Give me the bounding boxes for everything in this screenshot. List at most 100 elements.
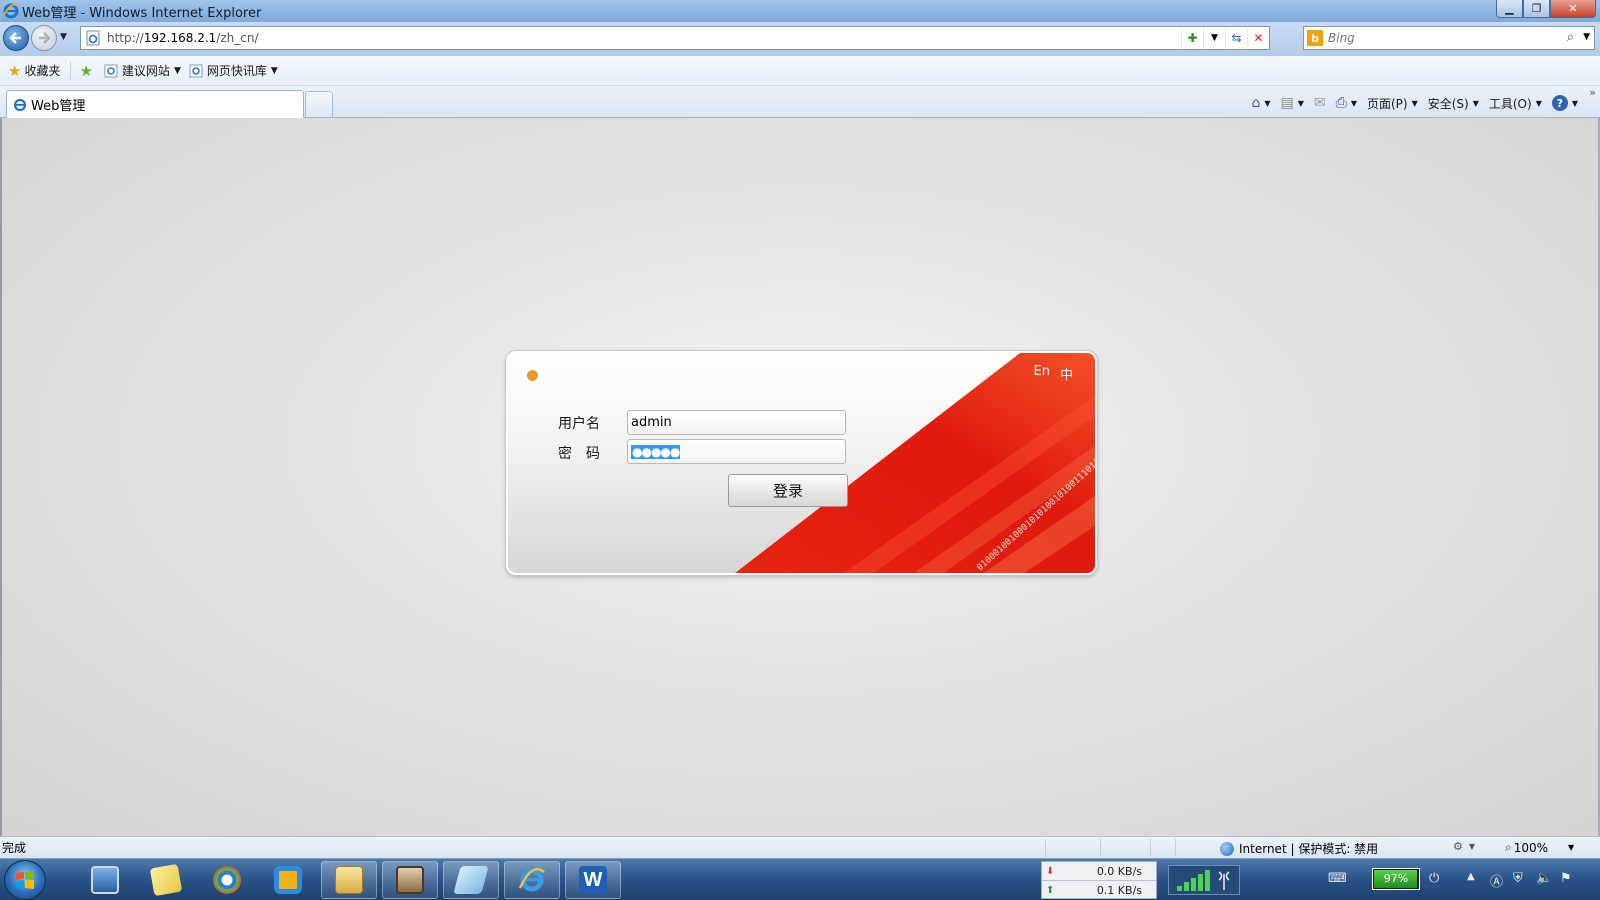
language-switch: En 中 xyxy=(1024,364,1073,383)
ie-page-icon xyxy=(189,64,203,77)
print-button[interactable]: ⎙ ▼ xyxy=(1336,95,1357,111)
status-dot xyxy=(527,370,538,381)
username-value: admin xyxy=(631,415,672,430)
page-menu-label: 页面(P) xyxy=(1366,96,1408,111)
address-bar[interactable]: http://192.168.2.1/zh_cn/ ✚ ▼ ⇆ ✕ xyxy=(80,26,1270,50)
shield-arrow-icon: ⚙ xyxy=(1453,840,1463,853)
power-plug-icon[interactable]: ⏻ xyxy=(1429,871,1439,886)
battery-indicator[interactable]: 97% xyxy=(1372,868,1420,890)
protected-mode-button[interactable]: ⚙ ▼ xyxy=(1453,840,1475,853)
compatibility-view-icon[interactable]: ✚ xyxy=(1181,27,1203,49)
web-slice-gallery-link[interactable]: 网页快讯库 ▼ xyxy=(189,59,278,83)
suggested-sites-link[interactable]: 建议网站 ▼ xyxy=(104,59,181,83)
signal-bars-icon xyxy=(1177,870,1230,891)
recent-pages-dropdown-icon[interactable]: ▼ xyxy=(60,32,67,42)
add-to-favorites-bar-button[interactable]: ★ xyxy=(79,59,95,83)
home-button[interactable]: ⌂ ▼ xyxy=(1251,95,1270,111)
taskbar-app-internet-explorer[interactable] xyxy=(504,861,560,899)
favorites-button[interactable]: ★ 收藏夹 xyxy=(8,59,60,83)
search-icon[interactable]: ⌕ xyxy=(1567,30,1574,45)
chevron-down-icon: ▼ xyxy=(1535,98,1542,108)
status-bar: 完成 Internet | 保护模式: 禁用 ⚙ ▼ ⌕ 100% ▼ xyxy=(0,836,1600,858)
taskbar: W ⬇ 0.0 KB/s ⬆ 0.1 KB/s ⌨ 97% ⏻ ▲ Ⓐ ⛨ 🔈 ⚑ xyxy=(0,858,1600,900)
battery-level: 97% xyxy=(1383,872,1409,885)
start-button[interactable] xyxy=(4,860,46,900)
forward-button[interactable] xyxy=(31,25,57,51)
tab-web-management[interactable]: Web管理 xyxy=(6,90,304,118)
taskbar-app-browser[interactable] xyxy=(199,861,255,899)
security-zone[interactable]: Internet | 保护模式: 禁用 xyxy=(1220,840,1378,857)
address-url[interactable]: http://192.168.2.1/zh_cn/ xyxy=(107,31,259,45)
language-en-link[interactable]: En xyxy=(1034,364,1050,383)
address-tools: ✚ ▼ ⇆ ✕ xyxy=(1181,27,1269,49)
signal-strength-widget[interactable] xyxy=(1168,865,1240,895)
username-label: 用户名 xyxy=(558,416,600,432)
folder-notes-icon xyxy=(149,863,183,897)
new-tab-button[interactable] xyxy=(305,91,333,117)
taskbar-app-frame[interactable] xyxy=(260,861,316,899)
chevron-down-icon: ▼ xyxy=(270,65,278,76)
download-speed-row: ⬇ 0.0 KB/s xyxy=(1042,862,1156,881)
volume-icon[interactable]: 🔈 xyxy=(1536,871,1552,886)
close-window-button[interactable]: ✕ xyxy=(1550,0,1596,18)
tab-label: Web管理 xyxy=(31,99,86,114)
search-box[interactable]: b ⌕ ▼ xyxy=(1303,26,1595,50)
feeds-button[interactable]: ▤ ▼ xyxy=(1280,95,1303,111)
download-speed: 0.0 KB/s xyxy=(1096,864,1142,878)
tools-menu[interactable]: 工具(O) ▼ xyxy=(1489,95,1542,112)
keyboard-icon[interactable]: ⌨ xyxy=(1328,871,1347,886)
login-panel: 0100010010001010100101001110110100001011… xyxy=(506,351,1097,575)
show-hidden-icons-icon[interactable]: ▲ xyxy=(1467,871,1475,882)
restore-button[interactable]: ❐ xyxy=(1523,0,1550,18)
notepad-icon xyxy=(453,866,489,894)
minimize-button[interactable]: ▁ xyxy=(1496,0,1523,18)
taskbar-app-explorer[interactable] xyxy=(321,861,377,899)
stop-icon[interactable]: ✕ xyxy=(1247,27,1269,49)
toolbar-overflow-icon[interactable]: » xyxy=(1589,86,1596,99)
login-button[interactable]: 登录 xyxy=(728,474,848,507)
search-input[interactable] xyxy=(1328,31,1548,45)
network-flag-icon[interactable]: ⚑ xyxy=(1560,871,1572,886)
username-input[interactable]: admin xyxy=(627,410,846,435)
help-menu[interactable]: ? ▼ xyxy=(1551,95,1578,111)
window-title: Web管理 - Windows Internet Explorer xyxy=(22,5,262,21)
forward-arrow-icon xyxy=(39,32,51,44)
back-button[interactable] xyxy=(3,25,29,51)
taskbar-app-wps-writer[interactable]: W xyxy=(565,861,621,899)
refresh-icon[interactable]: ⇆ xyxy=(1225,27,1247,49)
chevron-down-icon: ▼ xyxy=(1297,98,1304,108)
ie-page-icon xyxy=(104,64,118,77)
chevron-down-icon: ▼ xyxy=(1571,98,1578,108)
address-row: ▼ http://192.168.2.1/zh_cn/ ✚ ▼ ⇆ ✕ b ⌕ … xyxy=(0,22,1600,56)
help-icon: ? xyxy=(1551,95,1568,111)
chevron-down-icon: ▼ xyxy=(1411,98,1418,108)
language-zh-link[interactable]: 中 xyxy=(1060,364,1073,383)
taskbar-app-archive[interactable] xyxy=(382,861,438,899)
suggested-sites-label: 建议网站 xyxy=(121,64,170,78)
security-shield-icon[interactable]: ⛨ xyxy=(1513,871,1523,886)
window-controls: ▁ ❐ ✕ xyxy=(1496,0,1596,18)
taskbar-app-notepad[interactable] xyxy=(443,861,499,899)
address-dropdown-icon[interactable]: ▼ xyxy=(1203,27,1225,49)
zoom-level: 100% xyxy=(1513,840,1549,855)
taskbar-app-folder[interactable] xyxy=(138,861,194,899)
tray-a-icon[interactable]: Ⓐ xyxy=(1490,871,1503,890)
status-divider xyxy=(1175,839,1176,857)
read-mail-button[interactable]: ✉ xyxy=(1314,95,1326,111)
favorites-bar: ★ 收藏夹 ★ 建议网站 ▼ 网页快讯库 ▼ xyxy=(0,56,1600,86)
globe-icon xyxy=(1220,841,1234,856)
taskbar-app-computer[interactable] xyxy=(77,861,133,899)
zoom-control[interactable]: ⌕ 100% ▼ xyxy=(1505,840,1574,855)
file-explorer-icon xyxy=(335,866,363,894)
password-input[interactable]: ●●●●● xyxy=(627,439,846,464)
chevron-down-icon: ▼ xyxy=(1568,843,1575,852)
status-divider xyxy=(1150,839,1151,857)
favorites-separator xyxy=(70,60,72,81)
upload-arrow-icon: ⬆ xyxy=(1046,885,1055,896)
bing-logo-icon: b xyxy=(1307,30,1323,46)
add-favorite-star-icon: ★ xyxy=(79,61,93,80)
page-menu[interactable]: 页面(P) ▼ xyxy=(1367,95,1418,112)
status-divider xyxy=(1100,839,1101,857)
search-provider-dropdown-icon[interactable]: ▼ xyxy=(1583,32,1590,42)
safety-menu[interactable]: 安全(S) ▼ xyxy=(1428,95,1479,112)
